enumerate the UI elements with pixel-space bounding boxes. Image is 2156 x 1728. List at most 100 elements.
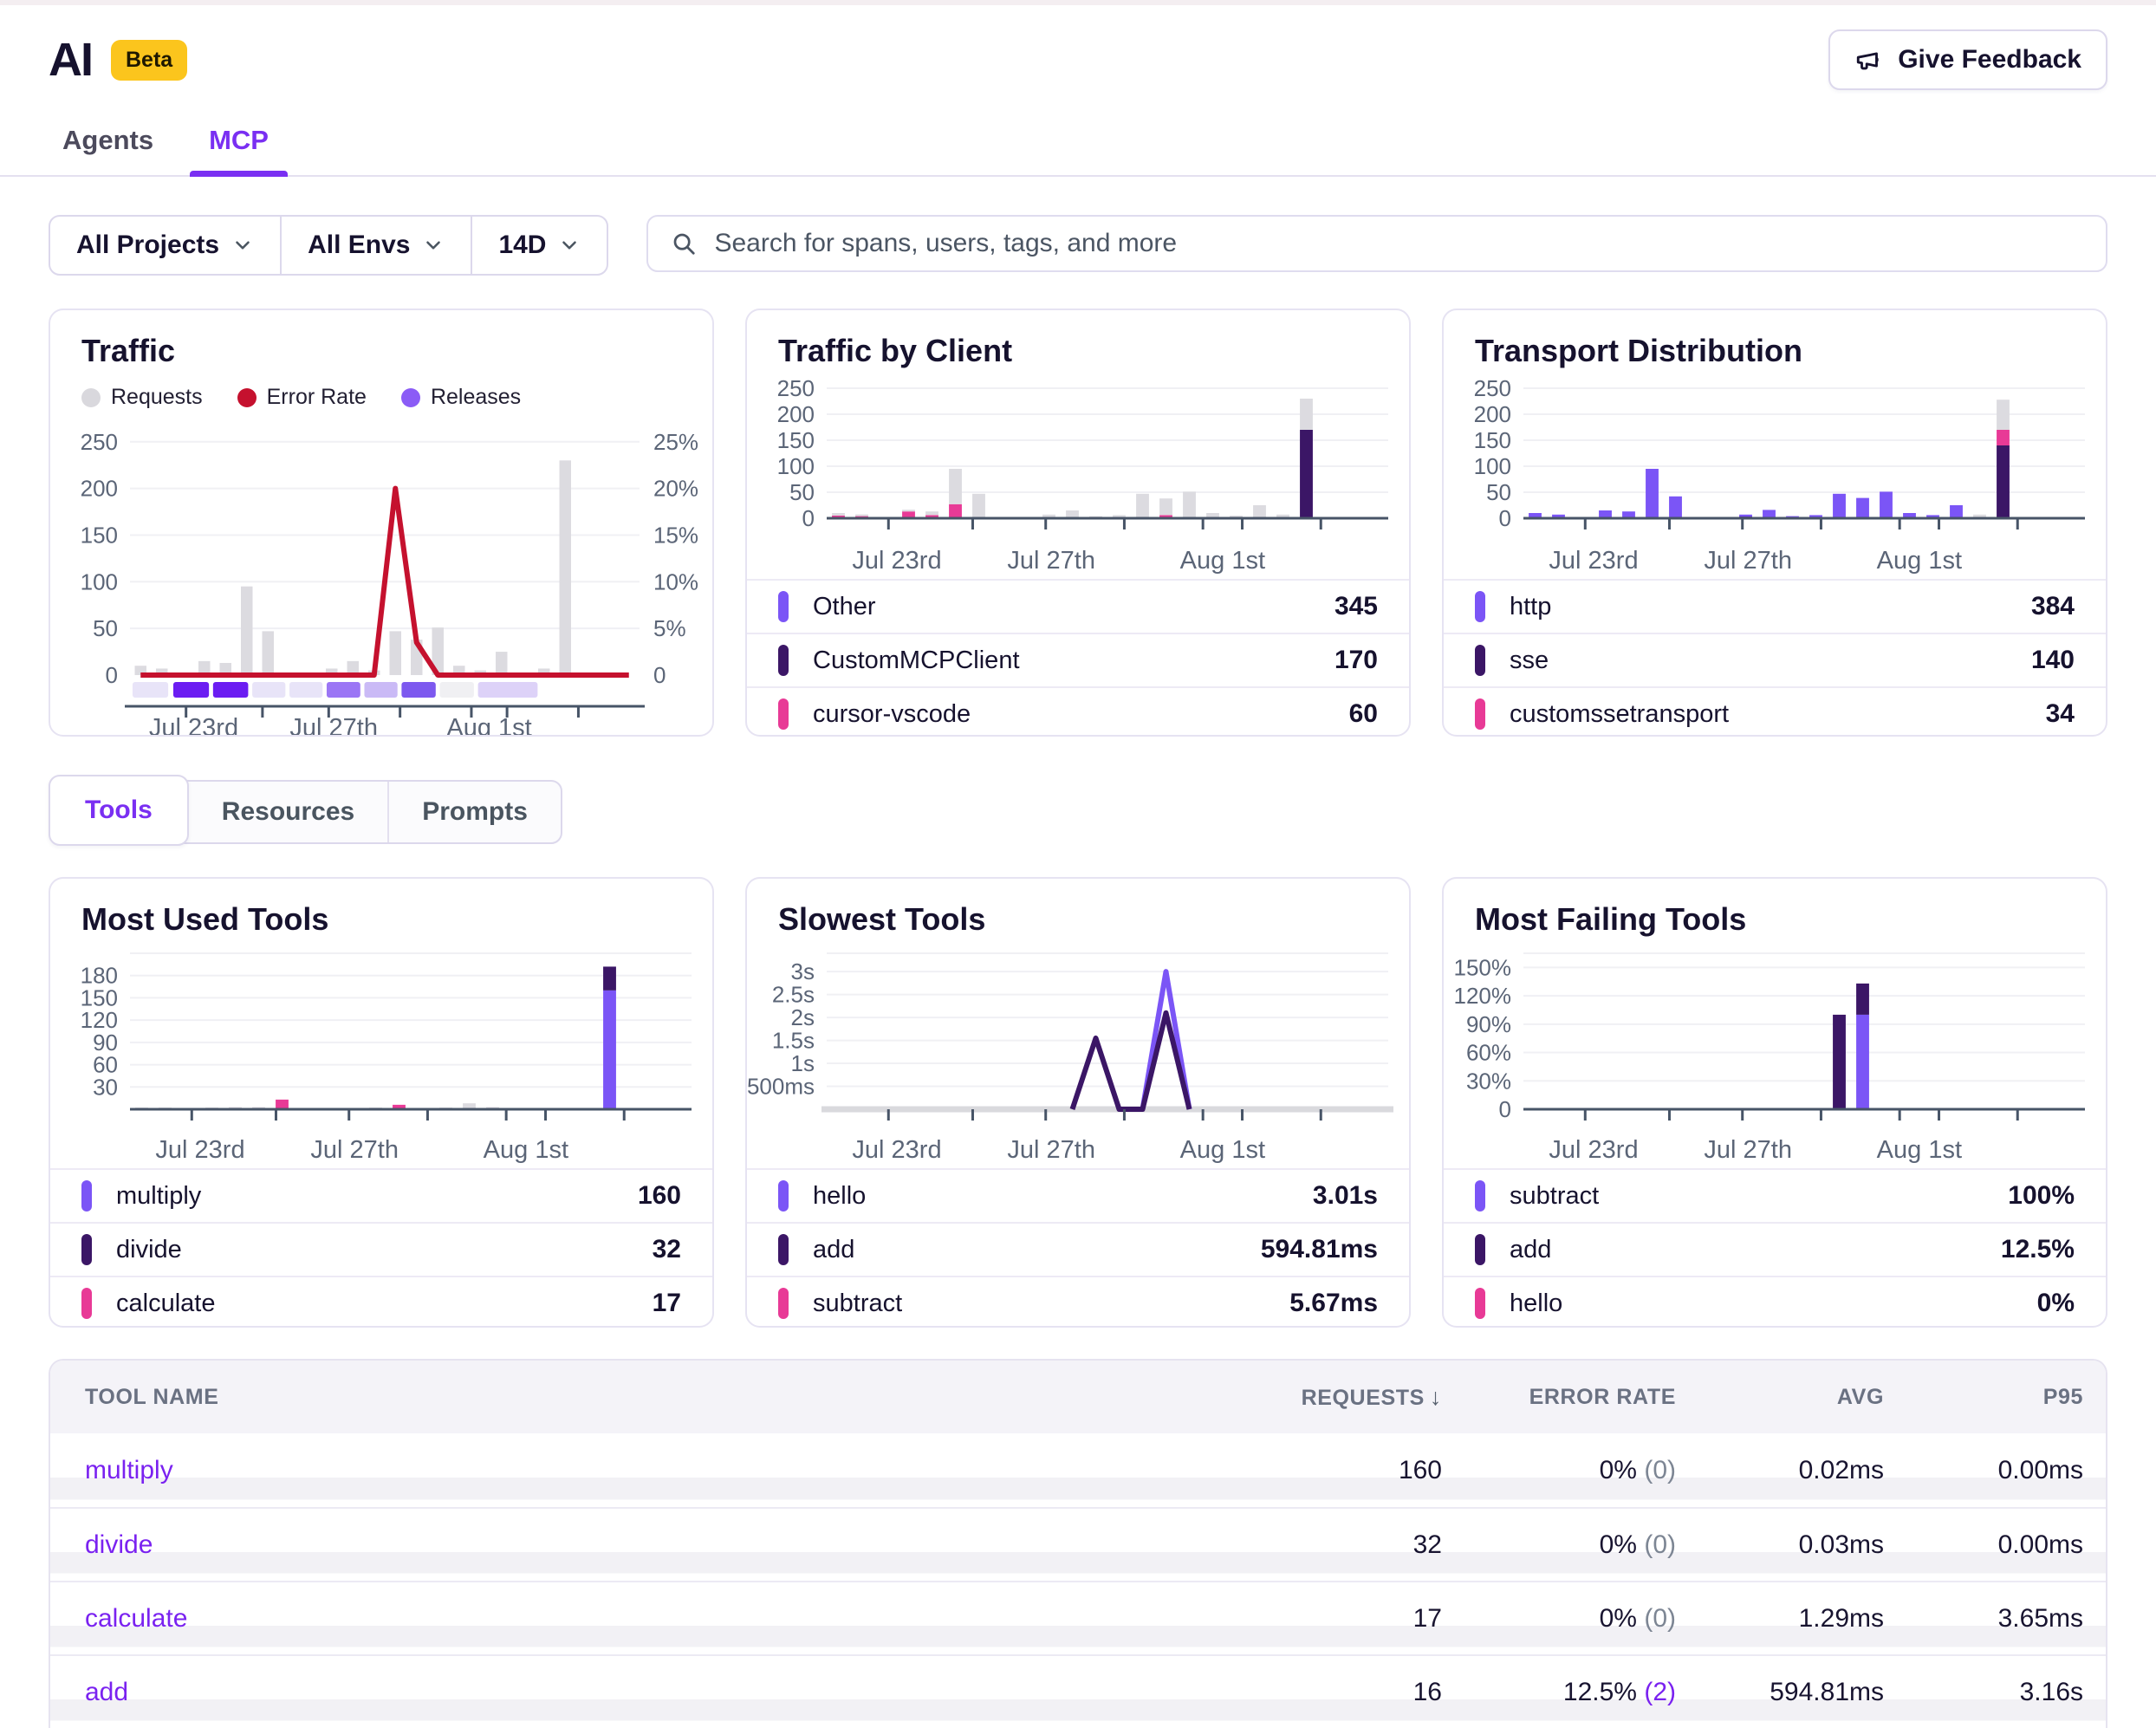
tool-link-divide[interactable]: divide (85, 1530, 1182, 1560)
tool-link-add[interactable]: add (85, 1678, 1182, 1707)
header-divider (0, 175, 2156, 177)
subtab-tools[interactable]: Tools (49, 775, 189, 846)
legend-dot-icon (401, 388, 420, 407)
slowest-tools-chart: 500ms1s1.5s2s2.5s3sJul 23rdJul 27thAug 1… (747, 938, 1411, 1168)
avg-cell: 1.29ms (1676, 1604, 1884, 1634)
table-row-divide: divide320% (0)0.03ms0.00ms (50, 1507, 2106, 1581)
subtab-resources[interactable]: Resources (189, 782, 387, 842)
svg-text:Jul 23rd: Jul 23rd (852, 547, 941, 575)
traffic-by-client-legend-row-CustomMCPClient[interactable]: CustomMCPClient170 (747, 633, 1409, 686)
requests-cell: 32 (1182, 1530, 1442, 1560)
traffic-by-client-chart: 050100150200250Jul 23rdJul 27thAug 1st (747, 369, 1411, 579)
tools-table: TOOL NAMEREQUESTS↓ERROR RATEAVGP95 multi… (49, 1359, 2107, 1728)
main-tabs: Agents MCP (49, 125, 2107, 175)
column-header-requests[interactable]: REQUESTS↓ (1182, 1384, 1442, 1411)
tab-agents[interactable]: Agents (62, 125, 153, 175)
give-feedback-label: Give Feedback (1898, 45, 2081, 75)
chevron-down-icon (231, 234, 254, 257)
slowest-tools-legend-rows: hello3.01sadd594.81mssubtract5.67ms (747, 1168, 1409, 1328)
svg-text:150: 150 (777, 427, 815, 453)
svg-text:Jul 27th: Jul 27th (310, 1136, 399, 1164)
legend-row-label: http (1510, 593, 1551, 621)
traffic-legend: RequestsError RateReleases (50, 369, 712, 410)
error-count: (0) (1644, 1456, 1676, 1484)
tool-link-multiply[interactable]: multiply (85, 1456, 1182, 1485)
svg-text:150: 150 (81, 522, 118, 548)
svg-text:1.5s: 1.5s (772, 1028, 815, 1054)
most-failing-tools-legend-row-subtract[interactable]: subtract100% (1444, 1168, 2106, 1222)
most-used-tools-legend-rows: multiply160divide32 calculate 17 (50, 1168, 712, 1328)
most-used-tools-legend-row-calculate[interactable]: calculate 17 (50, 1276, 712, 1328)
transport-distribution-title: Transport Distribution (1444, 310, 2106, 369)
legend-row-value: 12.5% (2001, 1235, 2075, 1264)
svg-text:90%: 90% (1466, 1011, 1511, 1037)
svg-text:Aug 1st: Aug 1st (1877, 1136, 1962, 1164)
search-bar[interactable] (646, 215, 2107, 272)
legend-row-label: multiply (116, 1182, 201, 1211)
p95-cell: 3.16s (1884, 1678, 2083, 1707)
svg-text:30: 30 (93, 1074, 118, 1100)
traffic-by-client-legend-rows: Other345CustomMCPClient170cursor-vscode6… (747, 579, 1409, 737)
legend-row-value: 34 (2046, 699, 2075, 729)
legend-row-label: calculate (116, 1290, 215, 1318)
legend-row-value: 5.67ms (1289, 1289, 1378, 1318)
svg-text:Jul 23rd: Jul 23rd (149, 714, 238, 737)
date-range-label: 14D (498, 231, 546, 260)
svg-text:25%: 25% (653, 429, 698, 455)
traffic-by-client-legend-row-Other[interactable]: Other345 (747, 579, 1409, 633)
svg-text:150: 150 (81, 984, 118, 1010)
svg-text:200: 200 (81, 476, 118, 502)
legend-row-label: hello (813, 1182, 866, 1211)
svg-text:50: 50 (93, 615, 118, 641)
legend-row-label: Other (813, 593, 876, 621)
tools-table-body: multiply1600% (0)0.02ms0.00msdivide320% … (50, 1433, 2106, 1728)
slowest-tools-legend-row-subtract[interactable]: subtract5.67ms (747, 1276, 1409, 1328)
most-used-tools-legend-row-multiply[interactable]: multiply160 (50, 1168, 712, 1222)
legend-row-label: add (1510, 1236, 1551, 1264)
charts-row-1: TrafficRequestsError RateReleases0501001… (49, 309, 2107, 737)
legend-row-value: 17 (653, 1289, 681, 1318)
slowest-tools-title: Slowest Tools (747, 879, 1409, 938)
env-filter-dropdown[interactable]: All Envs (280, 217, 471, 274)
transport-distribution-chart: 050100150200250Jul 23rdJul 27thAug 1st (1444, 369, 2107, 579)
legend-color-chip (778, 645, 789, 676)
svg-text:50: 50 (1486, 479, 1511, 505)
legend-color-chip (778, 1180, 789, 1212)
legend-row-label: divide (116, 1236, 182, 1264)
legend-row-value: 170 (1335, 646, 1378, 675)
transport-distribution-legend-row-customssetransport[interactable]: customssetransport 34 (1444, 686, 2106, 737)
most-failing-tools-legend-row-add[interactable]: add 12.5% (1444, 1222, 2106, 1276)
svg-text:1s: 1s (791, 1050, 815, 1076)
most-failing-tools-legend-row-hello[interactable]: hello0% (1444, 1276, 2106, 1328)
date-range-dropdown[interactable]: 14D (471, 217, 607, 274)
project-filter-dropdown[interactable]: All Projects (50, 217, 280, 274)
column-header-p95[interactable]: P95 (1884, 1385, 2083, 1410)
traffic-card: TrafficRequestsError RateReleases0501001… (49, 309, 714, 737)
table-row-calculate: calculate170% (0)1.29ms3.65ms (50, 1581, 2106, 1654)
svg-text:50: 50 (789, 479, 815, 505)
svg-text:150: 150 (1474, 427, 1511, 453)
tab-mcp[interactable]: MCP (209, 125, 269, 175)
search-icon (671, 231, 697, 257)
traffic-by-client-legend-row-cursor-vscode[interactable]: cursor-vscode60 (747, 686, 1409, 737)
most-failing-tools-title: Most Failing Tools (1444, 879, 2106, 938)
svg-text:Jul 27th: Jul 27th (1007, 1136, 1095, 1164)
give-feedback-button[interactable]: Give Feedback (1828, 29, 2107, 90)
search-input[interactable] (714, 229, 2083, 258)
most-used-tools-legend-row-divide[interactable]: divide32 (50, 1222, 712, 1276)
transport-distribution-legend-row-http[interactable]: http384 (1444, 579, 2106, 633)
column-header-avg[interactable]: AVG (1676, 1385, 1884, 1410)
window-top-strip (0, 0, 2156, 5)
slowest-tools-legend-row-hello[interactable]: hello3.01s (747, 1168, 1409, 1222)
transport-distribution-legend-row-sse[interactable]: sse140 (1444, 633, 2106, 686)
subtab-prompts[interactable]: Prompts (387, 782, 561, 842)
svg-text:15%: 15% (653, 522, 698, 548)
column-header-error-rate[interactable]: ERROR RATE (1442, 1385, 1676, 1410)
column-header-tool-name[interactable]: TOOL NAME (85, 1385, 1182, 1410)
svg-text:250: 250 (1474, 375, 1511, 401)
slowest-tools-legend-row-add[interactable]: add594.81ms (747, 1222, 1409, 1276)
traffic-by-client-title: Traffic by Client (747, 310, 1409, 369)
traffic-chart: 05010015020025005%10%15%20%25%Jul 23rdJu… (50, 410, 714, 737)
tool-link-calculate[interactable]: calculate (85, 1604, 1182, 1634)
legend-row-label: customssetransport (1510, 700, 1729, 729)
